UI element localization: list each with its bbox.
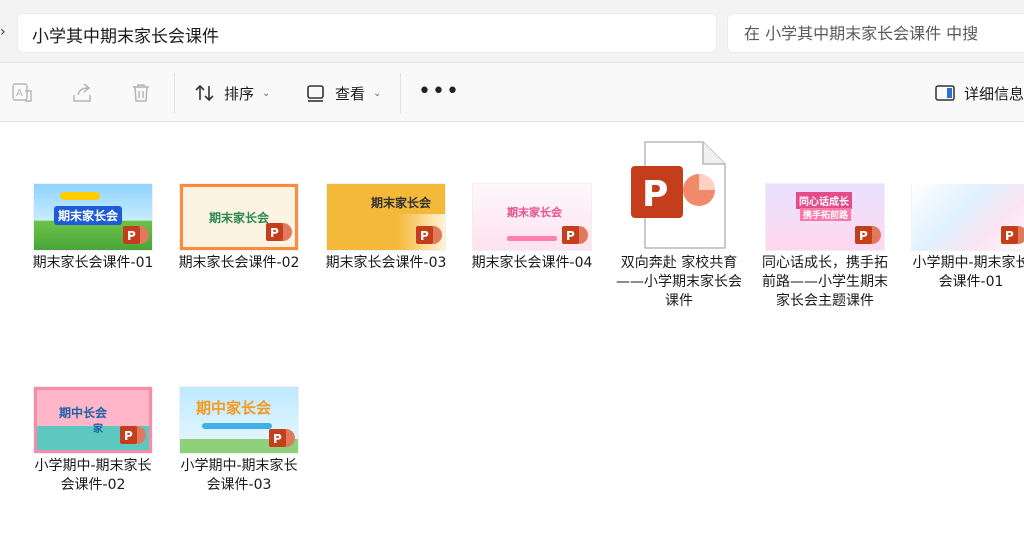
file-item[interactable]: P 双向奔赴 家校共育——小学期末家长会课件 (609, 140, 749, 311)
translate-icon[interactable]: A (10, 81, 34, 105)
svg-text:P: P (642, 174, 668, 215)
file-name: 小学期中-期末家长会课件-03 (180, 458, 298, 493)
thumb-title: 期末家长会 (507, 206, 562, 219)
svg-text:P: P (270, 226, 279, 240)
file-thumbnail: 期末家长会 P (473, 184, 591, 250)
file-name: 期末家长会课件-04 (471, 255, 593, 271)
powerpoint-icon: P (1001, 226, 1024, 244)
thumb-decoration (507, 236, 557, 241)
svg-text:P: P (859, 229, 868, 243)
file-item[interactable]: P 小学期中-期末家长会课件-01 (901, 184, 1024, 292)
view-label: 查看 (335, 84, 366, 103)
toolbar-divider (174, 73, 175, 113)
thumb-title: 同心话成长 (796, 192, 852, 209)
thumb-title: 期末家长会 (371, 196, 432, 210)
search-box[interactable] (727, 13, 1024, 53)
svg-text:P: P (566, 229, 575, 243)
sort-button[interactable]: 排序 ⌄ (194, 77, 270, 109)
file-item[interactable]: 期末家长会 P 期末家长会课件-03 (316, 184, 456, 273)
file-name: 小学期中-期末家长会课件-02 (34, 458, 152, 493)
file-thumbnail: 同心话成长 携手拓前路 P (766, 184, 884, 250)
thumb-subtitle: 家 (93, 424, 103, 435)
sort-icon (195, 84, 214, 102)
file-item[interactable]: 期末家长会 P 期末家长会课件-02 (169, 184, 309, 273)
svg-text:P: P (420, 229, 429, 243)
sort-label: 排序 (224, 84, 255, 103)
thumb-subtitle: 携手拓前路 (800, 208, 852, 221)
details-pane-icon (935, 85, 955, 101)
file-thumbnail: 期中家长会 P (180, 387, 298, 453)
details-label: 详细信息 (964, 84, 1024, 103)
thumb-title: 期末家长会 (209, 211, 270, 225)
thumb-title: 期中长会 (59, 406, 108, 420)
thumb-title: 期中家长会 (196, 399, 272, 417)
file-name: 期末家长会课件-02 (178, 255, 300, 271)
powerpoint-icon: P (562, 226, 588, 244)
file-item[interactable]: 期中家长会 P 小学期中-期末家长会课件-03 (169, 387, 309, 495)
toolbar-divider (400, 73, 401, 113)
file-grid: 期末家长会 P 期末家长会课件-01 期末家长会 P 期末家长会课件-02 期末… (0, 122, 1024, 537)
file-thumbnail: 期中长会 家 P (34, 387, 152, 453)
search-input[interactable] (744, 22, 994, 44)
powerpoint-icon: P (855, 226, 881, 244)
file-thumbnail: 期末家长会 P (327, 184, 445, 250)
view-button[interactable]: 查看 ⌄ (305, 77, 381, 109)
powerpoint-icon: P (631, 141, 726, 249)
powerpoint-icon: P (266, 223, 292, 241)
file-thumbnail: 期末家长会 P (34, 184, 152, 250)
svg-text:P: P (1005, 229, 1014, 243)
file-item[interactable]: 期末家长会 P 期末家长会课件-04 (462, 184, 602, 273)
file-item[interactable]: 同心话成长 携手拓前路 P 同心话成长，携手拓前路——小学生期末家长会主题课件 (755, 184, 895, 311)
powerpoint-icon: P (416, 226, 442, 244)
svg-text:A: A (16, 88, 23, 99)
powerpoint-icon: P (120, 426, 146, 444)
breadcrumb[interactable]: 小学其中期末家长会课件 (32, 22, 219, 47)
svg-text:P: P (273, 432, 282, 446)
file-name: 同心话成长，携手拓前路——小学生期末家长会主题课件 (762, 255, 888, 309)
powerpoint-icon: P (123, 226, 149, 244)
file-name: 小学期中-期末家长会课件-01 (912, 255, 1024, 290)
view-icon (307, 85, 324, 102)
svg-text:P: P (127, 229, 136, 243)
file-name: 双向奔赴 家校共育——小学期末家长会课件 (616, 255, 742, 309)
details-button[interactable]: 详细信息 (934, 77, 1024, 109)
chevron-down-icon: ⌄ (373, 87, 382, 99)
thumb-decoration (60, 192, 100, 200)
thumb-decoration (202, 423, 272, 429)
delete-icon[interactable] (129, 81, 153, 105)
file-thumbnail: P (912, 184, 1024, 250)
svg-text:P: P (124, 429, 133, 443)
file-item[interactable]: 期中长会 家 P 小学期中-期末家长会课件-02 (23, 387, 163, 495)
chevron-right-icon[interactable]: › (0, 22, 12, 42)
powerpoint-icon: P (269, 429, 295, 447)
command-bar: A 排序 ⌄ 查看 ⌄ ••• 详细信息 (0, 63, 1024, 122)
file-name: 期末家长会课件-01 (32, 255, 154, 271)
thumb-title: 期末家长会 (54, 206, 123, 225)
more-icon[interactable]: ••• (418, 77, 460, 107)
share-icon[interactable] (70, 81, 94, 105)
file-name: 期末家长会课件-03 (325, 255, 447, 271)
chevron-down-icon: ⌄ (262, 87, 271, 99)
file-thumbnail: 期末家长会 P (180, 184, 298, 250)
file-item[interactable]: 期末家长会 P 期末家长会课件-01 (23, 184, 163, 273)
address-row: › 小学其中期末家长会课件 (0, 0, 1024, 63)
address-bar[interactable]: 小学其中期末家长会课件 (17, 13, 717, 53)
